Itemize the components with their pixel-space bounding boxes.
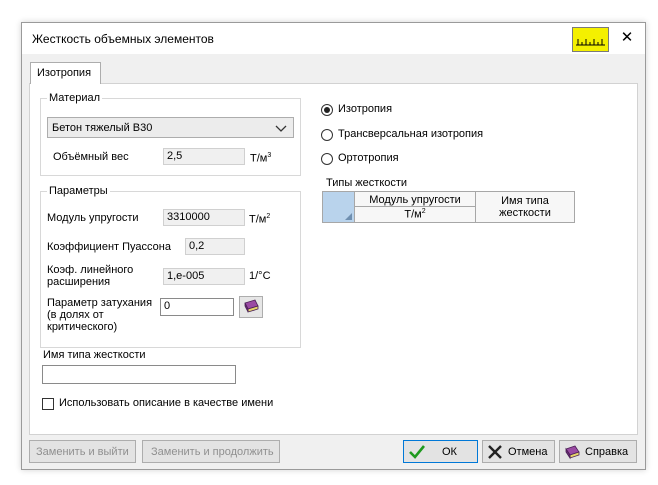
- cancel-label: Отмена: [508, 446, 548, 458]
- damping-input[interactable]: 0: [160, 298, 234, 316]
- damping-label-line3: критического): [47, 321, 118, 333]
- material-combobox[interactable]: Бетон тяжелый В30: [47, 117, 294, 138]
- tab-isotropy[interactable]: Изотропия: [30, 62, 101, 84]
- checkmark-icon: [409, 445, 426, 459]
- material-group: Материал Бетон тяжелый В30 Объёмный вес …: [40, 92, 301, 176]
- help-label: Справка: [585, 446, 629, 458]
- cancel-button[interactable]: Отмена: [482, 440, 555, 463]
- poisson-label: Коэффициент Пуассона: [47, 241, 171, 253]
- weight-field[interactable]: 2,5: [163, 148, 245, 165]
- thermal-label-line2: расширения: [47, 276, 111, 288]
- tab-panel: Материал Бетон тяжелый В30 Объёмный вес …: [29, 83, 638, 435]
- tab-label: Изотропия: [37, 67, 92, 79]
- grid-corner-marker-icon: [345, 213, 352, 220]
- replace-and-exit-label: Заменить и выйти: [36, 446, 129, 458]
- damping-library-button[interactable]: [239, 296, 263, 318]
- poisson-field[interactable]: 0,2: [185, 238, 245, 255]
- use-description-checkbox[interactable]: [42, 398, 54, 410]
- damping-label-line2: (в долях от: [47, 309, 104, 321]
- dialog-window: Жесткость объемных элементов ✕ Изотропия…: [21, 22, 646, 470]
- grid-header-name-line1: Имя типа: [501, 195, 549, 207]
- book-icon: [244, 299, 259, 313]
- stiffness-name-input[interactable]: [42, 365, 236, 384]
- material-legend: Материал: [47, 92, 102, 104]
- replace-and-continue-button[interactable]: Заменить и продолжить: [142, 440, 280, 463]
- damping-label-line1: Параметр затухания: [47, 297, 153, 309]
- weight-label: Объёмный вес: [53, 151, 129, 163]
- thermal-unit: 1/°C: [249, 270, 271, 282]
- help-book-icon: [565, 445, 580, 460]
- parameters-legend: Параметры: [47, 185, 110, 197]
- radio-orthotropy-label: Ортотропия: [338, 152, 399, 164]
- modulus-unit: Т/м2: [249, 213, 271, 226]
- ok-label: ОК: [442, 446, 457, 458]
- parameters-group: Параметры Модуль упругости 3310000 Т/м2 …: [40, 185, 301, 348]
- radio-transversal-isotropy[interactable]: [321, 129, 333, 141]
- grid-corner-cell[interactable]: [322, 191, 355, 223]
- replace-and-exit-button[interactable]: Заменить и выйти: [29, 440, 136, 463]
- replace-and-continue-label: Заменить и продолжить: [151, 446, 274, 458]
- modulus-field[interactable]: 3310000: [163, 209, 245, 226]
- material-value: Бетон тяжелый В30: [52, 122, 153, 134]
- radio-transversal-isotropy-label: Трансверсальная изотропия: [338, 128, 484, 140]
- thermal-label-line1: Коэф. линейного: [47, 264, 134, 276]
- modulus-label: Модуль упругости: [47, 212, 139, 224]
- radio-isotropy[interactable]: [321, 104, 333, 116]
- thermal-field[interactable]: 1,e-005: [163, 268, 245, 285]
- grid-header-name[interactable]: Имя типа жесткости: [475, 191, 575, 223]
- close-icon: ✕: [620, 29, 634, 46]
- stiffness-name-label: Имя типа жесткости: [43, 349, 146, 361]
- use-description-label: Использовать описание в качестве имени: [59, 397, 274, 409]
- grid-header-modulus[interactable]: Модуль упругости: [354, 191, 476, 207]
- cross-icon: [488, 445, 502, 459]
- grid-header-name-line2: жесткости: [499, 207, 551, 219]
- ruler-button[interactable]: [572, 27, 609, 52]
- close-button[interactable]: ✕: [613, 25, 641, 51]
- radio-orthotropy[interactable]: [321, 153, 333, 165]
- grid-header-modulus-unit[interactable]: Т/м2: [354, 206, 476, 223]
- title-bar: Жесткость объемных элементов ✕: [22, 23, 645, 54]
- stiffness-types-label: Типы жесткости: [326, 177, 408, 189]
- weight-unit: Т/м3: [250, 152, 272, 165]
- radio-isotropy-label: Изотропия: [338, 103, 393, 115]
- help-button[interactable]: Справка: [559, 440, 637, 463]
- chevron-down-icon: [275, 125, 287, 132]
- ok-button[interactable]: ОК: [403, 440, 478, 463]
- ruler-icon: [576, 39, 605, 46]
- window-title: Жесткость объемных элементов: [32, 32, 214, 46]
